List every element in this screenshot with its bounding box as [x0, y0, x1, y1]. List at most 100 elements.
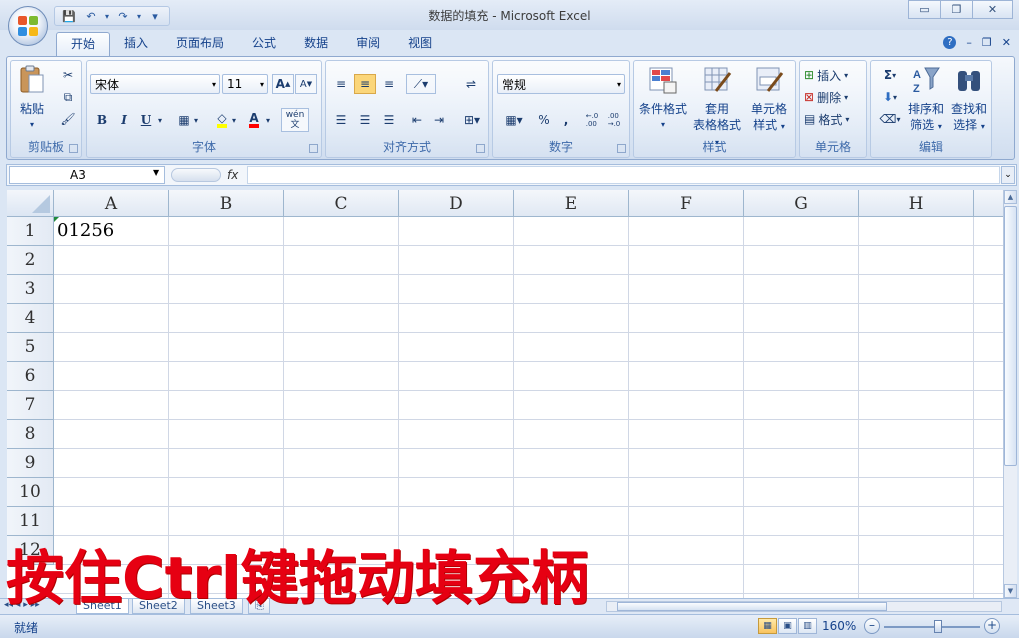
row-header[interactable]: 1 — [7, 217, 54, 246]
format-cells-button[interactable]: ▤ 格式 ▾ — [804, 109, 866, 129]
expand-formula-bar-icon[interactable]: ⌄ — [1001, 166, 1015, 184]
zoom-in-icon[interactable]: + — [984, 618, 1000, 634]
zoom-level[interactable]: 160% — [822, 619, 856, 633]
tab-formulas[interactable]: 公式 — [238, 32, 290, 56]
zoom-slider[interactable] — [884, 626, 980, 628]
row-header[interactable]: 9 — [7, 449, 54, 478]
conditional-format-button[interactable]: 条件格式 ▾ — [636, 65, 690, 133]
paste-dropdown-icon[interactable]: ▾ — [15, 117, 49, 133]
office-button[interactable] — [8, 6, 48, 46]
sort-filter-button[interactable]: A Z 排序和 筛选 ▾ — [905, 65, 947, 135]
cell-area[interactable]: 01256 — [54, 217, 1003, 598]
italic-button[interactable]: I — [113, 110, 135, 130]
tab-data[interactable]: 数据 — [290, 32, 342, 56]
paste-button[interactable]: 粘贴 ▾ — [15, 65, 49, 133]
tab-view[interactable]: 视图 — [394, 32, 446, 56]
row-header[interactable]: 10 — [7, 478, 54, 507]
formula-input[interactable] — [247, 166, 1000, 184]
row-header[interactable]: 2 — [7, 246, 54, 275]
increase-indent-icon[interactable]: ⇥ — [428, 110, 450, 130]
minimize-button[interactable]: ▭ — [908, 0, 941, 19]
top-align-icon[interactable]: ≡ — [330, 74, 352, 94]
orientation-icon[interactable]: ⟋▾ — [406, 74, 436, 94]
horizontal-scrollbar[interactable] — [606, 601, 1002, 612]
column-header[interactable]: F — [629, 190, 744, 217]
row-header[interactable]: 3 — [7, 275, 54, 304]
select-all-button[interactable] — [7, 190, 54, 217]
align-center-icon[interactable]: ☰ — [354, 110, 376, 130]
decrease-decimal-button[interactable]: .00 →.0 — [603, 108, 625, 132]
font-color-dropdown-icon[interactable]: ▾ — [263, 110, 273, 130]
percent-button[interactable]: % — [533, 110, 555, 130]
bottom-align-icon[interactable]: ≡ — [378, 74, 400, 94]
autosum-button[interactable]: Σ ▾ — [875, 65, 905, 85]
number-format-select[interactable]: 常规 ▾ — [497, 74, 625, 94]
page-break-view-icon[interactable]: ▥ — [798, 618, 817, 634]
copy-icon[interactable]: ⧉ — [57, 87, 79, 107]
page-layout-view-icon[interactable]: ▣ — [778, 618, 797, 634]
normal-view-icon[interactable]: ▦ — [758, 618, 777, 634]
format-painter-icon[interactable]: 🖌 — [57, 109, 79, 129]
column-header[interactable]: A — [54, 190, 169, 217]
delete-cells-button[interactable]: ⊠ 删除 ▾ — [804, 87, 866, 107]
align-right-icon[interactable]: ☰ — [378, 110, 400, 130]
scroll-up-icon[interactable]: ▲ — [1004, 190, 1017, 204]
align-left-icon[interactable]: ☰ — [330, 110, 352, 130]
comma-button[interactable]: , — [555, 110, 577, 130]
alignment-launcher-icon[interactable] — [476, 144, 485, 153]
zoom-slider-thumb[interactable] — [934, 620, 942, 633]
row-header[interactable]: 7 — [7, 391, 54, 420]
horizontal-scroll-thumb[interactable] — [617, 602, 887, 611]
row-header[interactable]: 11 — [7, 507, 54, 536]
find-select-button[interactable]: 查找和 选择 ▾ — [947, 65, 991, 135]
grow-font-button[interactable]: A ▲ — [272, 74, 294, 94]
workbook-close-button[interactable]: ✕ — [1002, 36, 1011, 49]
column-header[interactable]: E — [514, 190, 629, 217]
tab-review[interactable]: 审阅 — [342, 32, 394, 56]
border-dropdown-icon[interactable]: ▾ — [191, 110, 201, 130]
underline-dropdown-icon[interactable]: ▾ — [155, 110, 165, 130]
row-header[interactable]: 8 — [7, 420, 54, 449]
tab-home[interactable]: 开始 — [56, 32, 111, 56]
name-box[interactable]: A3 — [9, 166, 165, 184]
column-header[interactable]: H — [859, 190, 974, 217]
scroll-down-icon[interactable]: ▼ — [1004, 584, 1017, 598]
column-header[interactable]: G — [744, 190, 859, 217]
formula-bar-splitter[interactable] — [171, 168, 221, 182]
insert-function-icon[interactable]: fx — [227, 168, 238, 182]
row-header[interactable]: 6 — [7, 362, 54, 391]
help-icon[interactable]: ? — [943, 36, 957, 49]
workbook-restore-button[interactable]: ❐ — [982, 36, 992, 49]
decrease-indent-icon[interactable]: ⇤ — [406, 110, 428, 130]
clear-button[interactable]: ⌫ ▾ — [875, 109, 905, 129]
fill-color-dropdown-icon[interactable]: ▾ — [229, 110, 239, 130]
row-header[interactable]: 4 — [7, 304, 54, 333]
clipboard-launcher-icon[interactable] — [69, 144, 78, 153]
column-header[interactable] — [974, 190, 1003, 217]
cut-icon[interactable]: ✂ — [57, 65, 79, 85]
fill-button[interactable]: ⬇ ▾ — [875, 87, 905, 107]
cell-a1[interactable]: 01256 — [57, 220, 114, 241]
name-box-dropdown-icon[interactable]: ▼ — [153, 168, 159, 177]
bold-button[interactable]: B — [91, 110, 113, 130]
shrink-font-button[interactable]: A ▼ — [295, 74, 317, 94]
insert-cells-button[interactable]: ⊞ 插入 ▾ — [804, 65, 866, 85]
restore-button[interactable]: ❐ — [940, 0, 973, 19]
font-color-icon[interactable]: A — [243, 110, 265, 130]
column-header[interactable]: D — [399, 190, 514, 217]
font-name-select[interactable]: 宋体 ▾ — [90, 74, 220, 94]
column-header[interactable]: C — [284, 190, 399, 217]
vertical-scroll-thumb[interactable] — [1004, 206, 1017, 466]
workbook-minimize-button[interactable]: – — [966, 36, 972, 49]
merge-center-icon[interactable]: ⊞▾ — [458, 110, 486, 130]
phonetic-guide-button[interactable]: wén 文 — [281, 108, 309, 132]
font-size-select[interactable]: 11 ▾ — [222, 74, 268, 94]
increase-decimal-button[interactable]: ←.0 .00 — [581, 108, 603, 132]
middle-align-icon[interactable]: ≡ — [354, 74, 376, 94]
close-button[interactable]: ✕ — [972, 0, 1013, 19]
wrap-text-icon[interactable]: ⇌ — [460, 74, 482, 94]
vertical-scrollbar[interactable]: ▲ ▼ — [1003, 190, 1017, 598]
row-header[interactable]: 5 — [7, 333, 54, 362]
column-header[interactable]: B — [169, 190, 284, 217]
cell-styles-button[interactable]: 单元格 样式 ▾ — [744, 65, 794, 135]
